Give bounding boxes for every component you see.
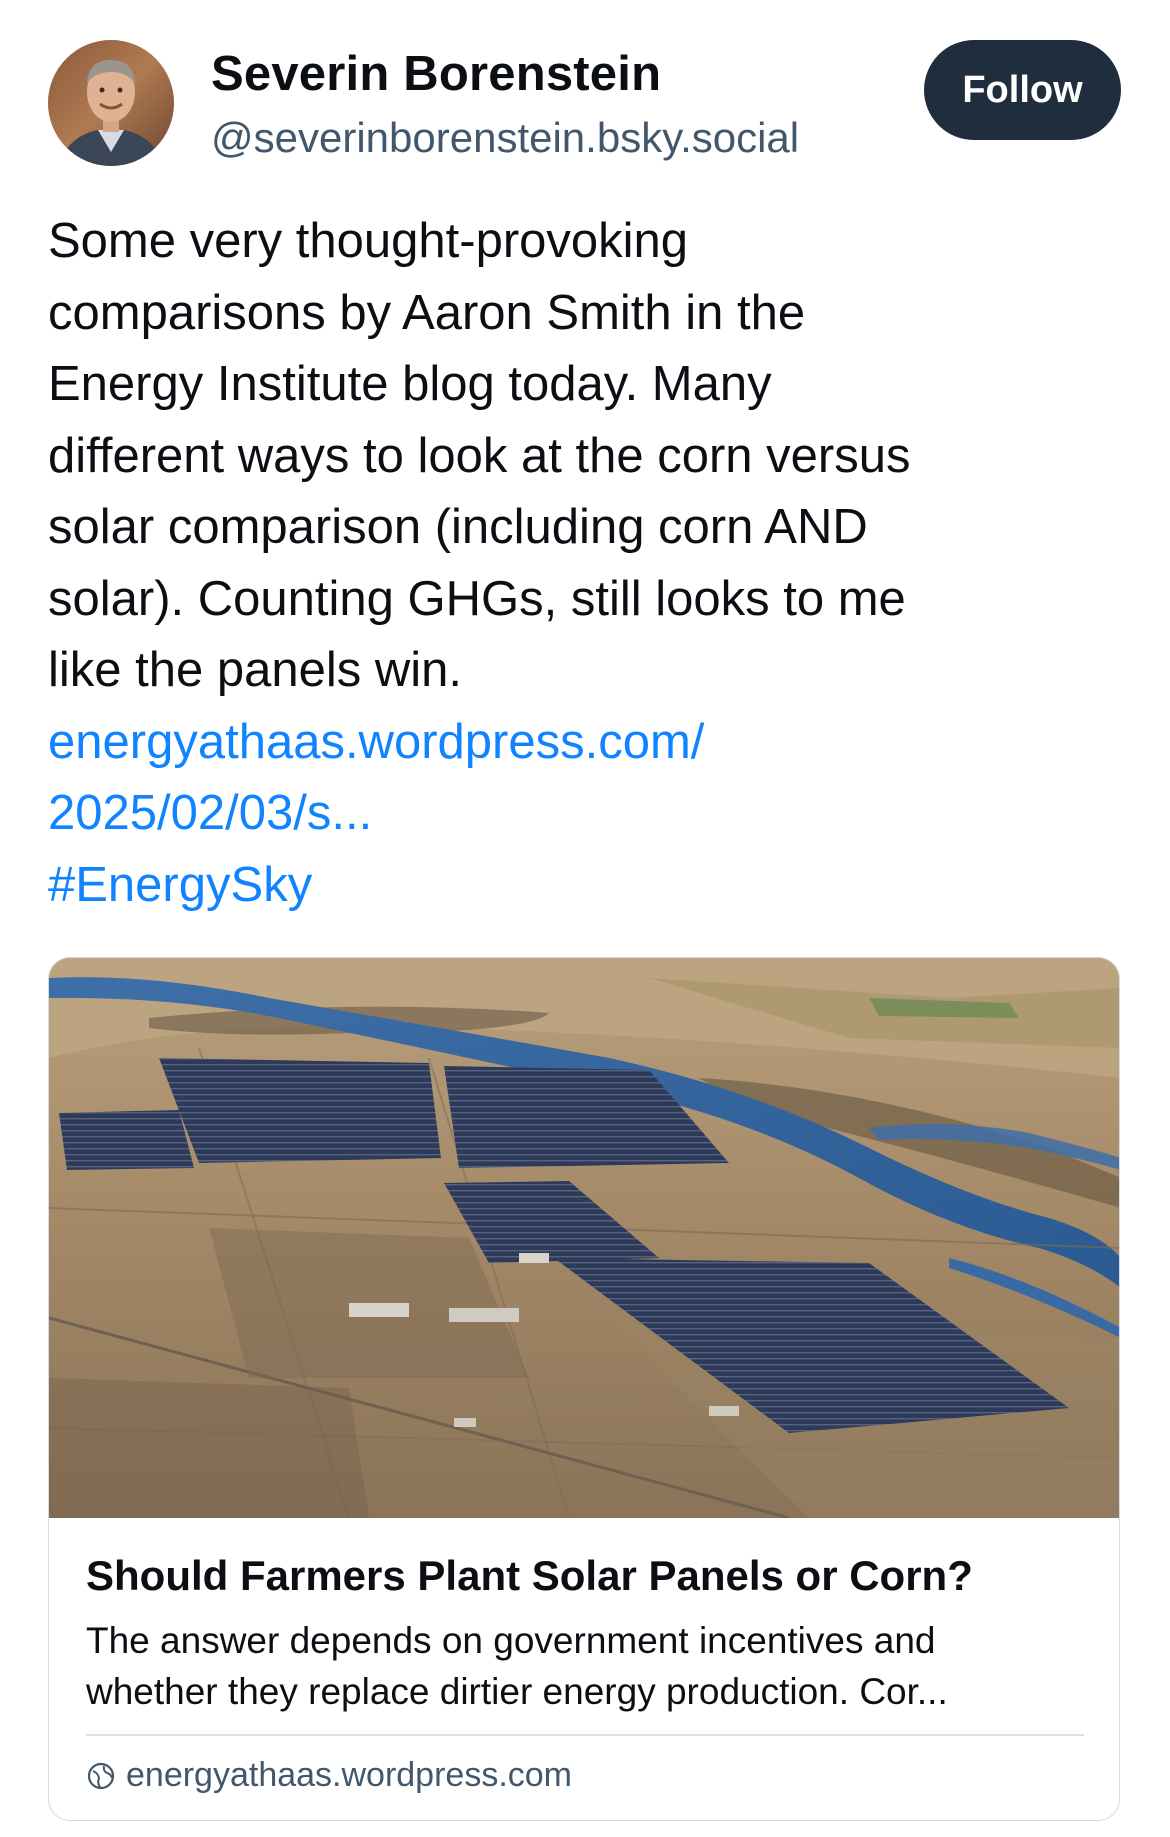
globe-icon (87, 1762, 115, 1789)
card-divider (86, 1734, 1084, 1736)
post-text-line: solar). Counting GHGs, still looks to me (48, 571, 906, 626)
card-title: Should Farmers Plant Solar Panels or Cor… (86, 1552, 973, 1599)
card-domain: energyathaas.wordpress.com (86, 1756, 572, 1795)
post-text-line: solar comparison (including corn AND (48, 500, 868, 554)
aerial-solar-farm-image (49, 958, 1119, 1518)
author-name[interactable]: Severin Borenstein (211, 46, 661, 102)
post-text-line: Energy Institute blog today. Many (48, 357, 772, 411)
follow-button[interactable]: Follow (924, 40, 1121, 140)
card-domain-text: energyathaas.wordpress.com (126, 1756, 573, 1794)
hashtag-link[interactable]: #EnergySky (48, 850, 1128, 922)
post-text: Some very thought-provoking comparisons … (48, 206, 1128, 921)
post-text-line: comparisons by Aaron Smith in the (48, 285, 806, 340)
link-card[interactable]: Should Farmers Plant Solar Panels or Cor… (48, 957, 1120, 1821)
post-text-line: different ways to look at the corn versu… (48, 428, 911, 483)
post-link-line-1[interactable]: energyathaas.wordpress.com/ (48, 707, 1128, 779)
card-description: The answer depends on government incenti… (86, 1615, 1086, 1717)
avatar[interactable] (48, 40, 174, 166)
post: Severin Borenstein @severinborenstein.bs… (0, 0, 1170, 1837)
card-description-line: whether they replace dirtier energy prod… (86, 1671, 948, 1712)
post-text-line: Some very thought-provoking (48, 214, 689, 268)
post-text-line: like the panels win. (48, 643, 463, 697)
post-link-line-2[interactable]: 2025/02/03/s... (48, 778, 1128, 850)
author-handle[interactable]: @severinborenstein.bsky.social (211, 114, 799, 162)
avatar-photo-icon (48, 40, 174, 166)
card-description-line: The answer depends on government incenti… (86, 1620, 936, 1661)
